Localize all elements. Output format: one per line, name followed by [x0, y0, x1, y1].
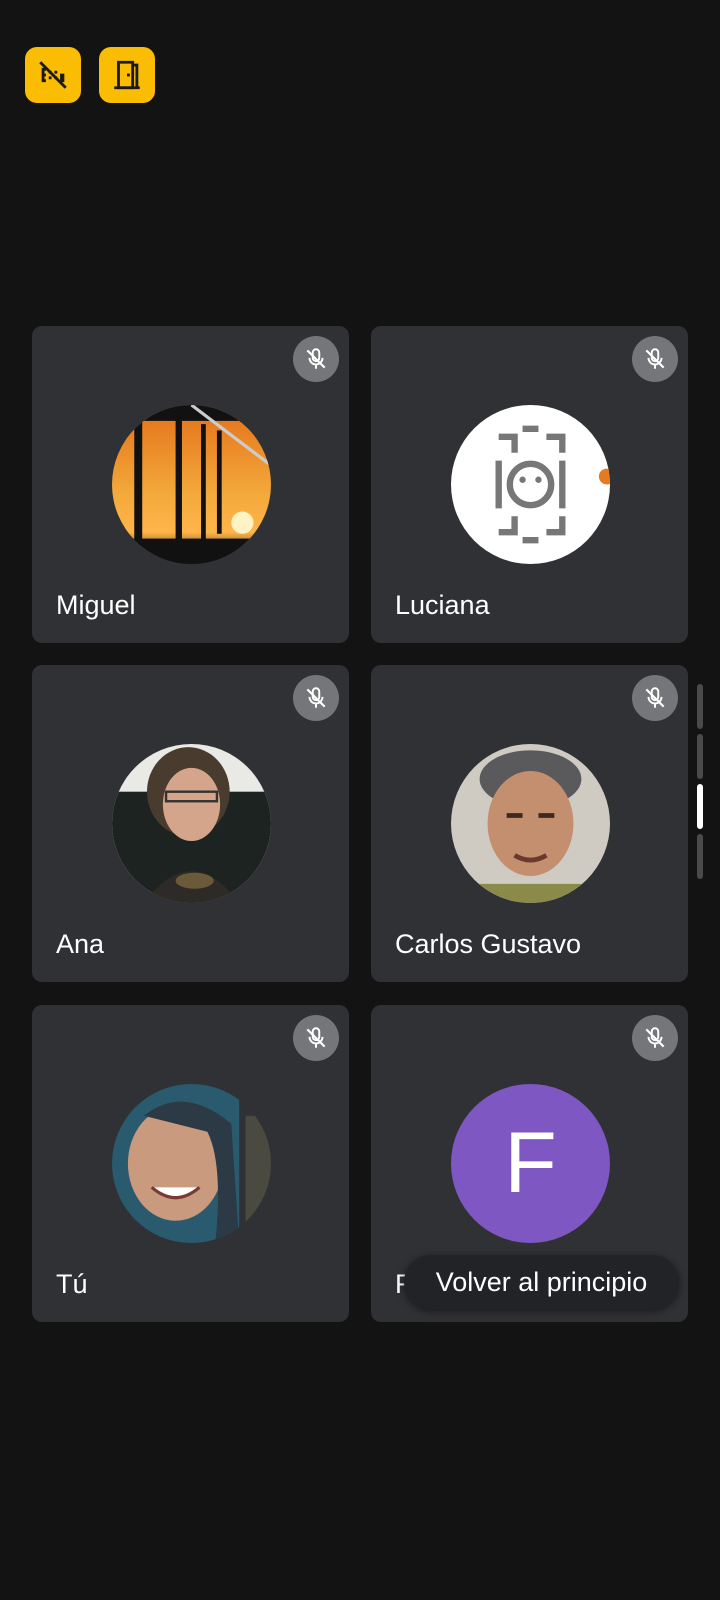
avatar [112, 744, 271, 903]
participant-tile[interactable]: Ana [32, 665, 349, 982]
avatar [451, 405, 610, 564]
mic-off-icon [293, 675, 339, 721]
participant-name: Miguel [56, 590, 136, 620]
tribal-art-logo [451, 405, 610, 564]
mic-off-icon [632, 336, 678, 382]
avatar [451, 744, 610, 903]
mic-off-icon [293, 336, 339, 382]
scrollbar-thumb[interactable] [697, 784, 703, 829]
avatar [112, 405, 271, 564]
participant-tile[interactable]: Tú [32, 1005, 349, 1322]
woman-portrait-photo [112, 744, 271, 903]
scrollbar-segment[interactable] [697, 834, 703, 879]
participant-name: Carlos Gustavo [395, 929, 582, 959]
exit-button[interactable] [99, 47, 155, 103]
self-portrait-photo [112, 1084, 271, 1243]
participant-tile[interactable]: Miguel [32, 326, 349, 643]
camera-off-button[interactable] [25, 47, 81, 103]
camera-off-icon [39, 61, 67, 89]
mic-off-icon [293, 1015, 339, 1061]
back-to-top-button[interactable]: Volver al principio [404, 1255, 679, 1309]
participant-name: Luciana [395, 590, 490, 620]
scrollbar-segment[interactable] [697, 684, 703, 729]
participant-tile[interactable]: Luciana [371, 326, 688, 643]
man-portrait-photo [451, 744, 610, 903]
participant-name: Tú [56, 1269, 88, 1299]
scrollbar-segment[interactable] [697, 734, 703, 779]
participant-tile[interactable]: Carlos Gustavo [371, 665, 688, 982]
sunset-photo [112, 405, 271, 564]
mic-off-icon [632, 1015, 678, 1061]
avatar [112, 1084, 271, 1243]
exit-door-icon [114, 60, 140, 90]
mic-off-icon [632, 675, 678, 721]
letter-avatar: F [451, 1084, 610, 1243]
participant-name: Ana [56, 929, 105, 959]
